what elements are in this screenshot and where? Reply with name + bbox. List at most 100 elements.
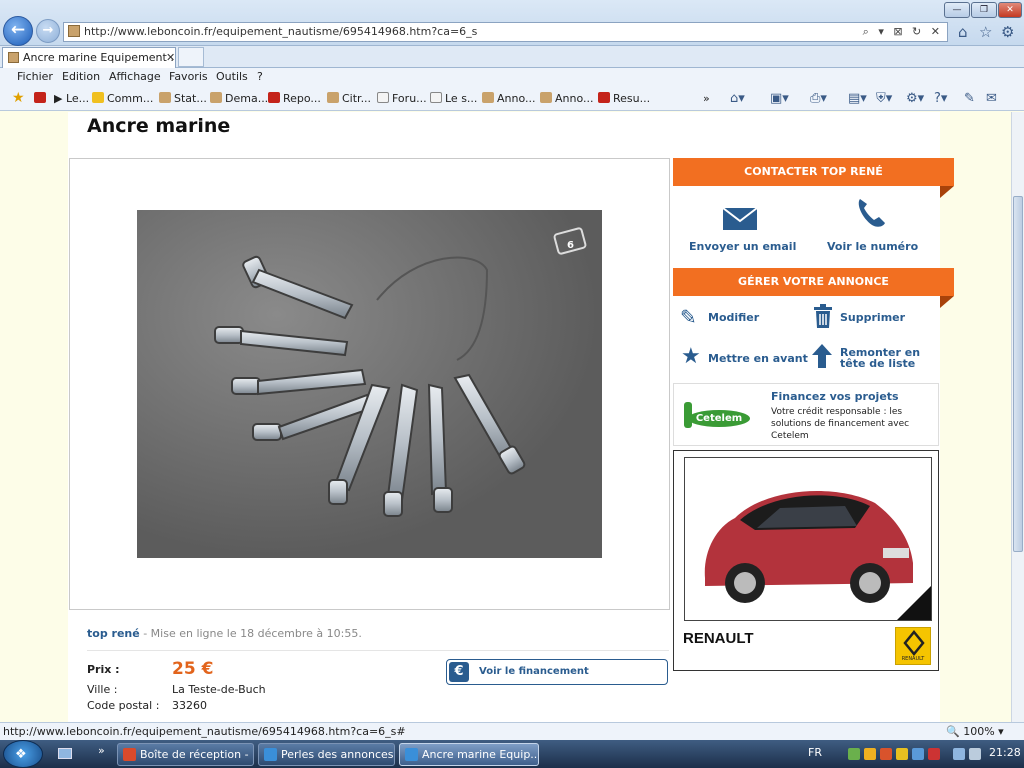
tray-app-icon[interactable] <box>864 748 876 760</box>
fav-item-1[interactable]: ▶ Le... <box>54 92 89 105</box>
photo-frame: 6 <box>69 158 670 610</box>
manage-header: GÉRER VOTRE ANNONCE <box>673 268 954 308</box>
research-icon[interactable]: ✎ <box>964 91 975 106</box>
tray-volume-icon[interactable] <box>969 748 981 760</box>
tools-gear-icon[interactable]: ⚙▾ <box>906 91 924 106</box>
chevron-more-icon[interactable]: » <box>98 744 105 757</box>
pencil-icon[interactable]: ✎ <box>680 305 697 329</box>
page-scrollbar[interactable] <box>1011 112 1024 722</box>
tab-title: Ancre marine Equipement ... <box>23 51 176 64</box>
address-bar[interactable]: http://www.leboncoin.fr/equipement_nauti… <box>63 22 948 42</box>
ad-brand-name: RENAULT <box>683 630 754 647</box>
tray-network-icon[interactable] <box>848 748 860 760</box>
cetelem-promo[interactable]: Cetelem Financez vos projets Votre crédi… <box>673 383 939 446</box>
cetelem-logo: Cetelem <box>688 410 750 427</box>
fav-youtube-icon[interactable] <box>34 92 49 105</box>
menu-help[interactable]: ? <box>257 70 263 83</box>
page-title: Ancre marine <box>87 115 231 137</box>
delete-link[interactable]: Supprimer <box>840 311 905 324</box>
back-button[interactable]: ← <box>3 16 33 46</box>
language-indicator[interactable]: FR <box>808 746 822 759</box>
fav-item-3[interactable]: Stat... <box>159 92 207 105</box>
rss-icon[interactable]: ▣▾ <box>770 91 789 106</box>
forward-button[interactable]: → <box>36 19 60 43</box>
zip-label: Code postal : <box>87 699 160 712</box>
trash-icon[interactable] <box>812 304 834 331</box>
ad-car-image[interactable] <box>684 457 932 621</box>
star-icon[interactable]: ★ <box>681 344 701 369</box>
tray-app-icon[interactable] <box>896 748 908 760</box>
favorites-star-icon[interactable]: ★ <box>12 90 25 106</box>
fav-item-9[interactable]: Anno... <box>482 92 536 105</box>
maximize-button[interactable]: ❐ <box>971 2 997 18</box>
task-ancre-marine[interactable]: Ancre marine Equip... <box>399 743 539 766</box>
fav-item-6[interactable]: Citr... <box>327 92 371 105</box>
fav-item-4[interactable]: Dema... <box>210 92 268 105</box>
windows-taskbar: ❖ » Boîte de réception - ... Perles des … <box>0 740 1024 768</box>
page-icon[interactable]: ▤▾ <box>848 91 867 106</box>
tray-security-icon[interactable] <box>928 748 940 760</box>
listing-content: Ancre marine 6 top rené - Mise en ligne … <box>68 112 954 722</box>
new-tab-button[interactable] <box>178 47 204 67</box>
phone-icon[interactable] <box>854 196 888 233</box>
ie-icon <box>264 748 277 761</box>
task-perles[interactable]: Perles des annonces... <box>258 743 395 766</box>
menu-affichage[interactable]: Affichage <box>109 70 161 83</box>
zoom-level[interactable]: 🔍 100% ▾ <box>946 725 1004 738</box>
favorites-star-icon[interactable]: ☆ <box>979 23 992 41</box>
clock: 21:28 <box>989 746 1021 759</box>
help-icon[interactable]: ?▾ <box>934 91 947 106</box>
fav-item-7[interactable]: Foru... <box>377 92 427 105</box>
fav-item-2[interactable]: Comm... <box>92 92 153 105</box>
bump-link-line2[interactable]: tête de liste <box>840 357 915 370</box>
show-number-link[interactable]: Voir le numéro <box>827 240 918 253</box>
menu-outils[interactable]: Outils <box>216 70 248 83</box>
status-url: http://www.leboncoin.fr/equipement_nauti… <box>3 725 406 738</box>
seller-name[interactable]: top rené <box>87 627 140 640</box>
cetelem-text: Votre crédit responsable : les solutions… <box>771 407 910 441</box>
safety-icon[interactable]: ⛨▾ <box>876 91 892 106</box>
address-tools[interactable]: ⌕ ▾ ⊠ ↻ ✕ <box>863 23 943 41</box>
city-value: La Teste-de-Buch <box>172 683 266 696</box>
financing-button[interactable]: € Voir le financement <box>446 659 668 685</box>
show-desktop-icon[interactable] <box>58 748 72 759</box>
minimize-button[interactable]: — <box>944 2 970 18</box>
renault-ad[interactable]: RENAULT RENAULT <box>673 450 939 671</box>
renault-logo-icon: RENAULT <box>895 627 931 665</box>
envelope-icon[interactable] <box>722 207 758 234</box>
menu-edition[interactable]: Edition <box>62 70 100 83</box>
feature-link[interactable]: Mettre en avant <box>708 352 808 365</box>
fav-item-8[interactable]: Le s... <box>430 92 477 105</box>
send-email-link[interactable]: Envoyer un email <box>689 240 796 253</box>
tray-app-icon[interactable] <box>912 748 924 760</box>
tray-monitor-icon[interactable] <box>953 748 965 760</box>
tab-ancre-marine[interactable]: Ancre marine Equipement ... ✕ <box>2 47 176 68</box>
listing-photo[interactable]: 6 <box>137 210 602 558</box>
browser-titlebar: ← → http://www.leboncoin.fr/equipement_n… <box>0 0 1024 46</box>
tab-favicon <box>8 52 19 63</box>
blog-icon[interactable]: ✉ <box>986 91 997 106</box>
edit-link[interactable]: Modifier <box>708 311 759 324</box>
home-icon[interactable]: ⌂▾ <box>730 91 745 106</box>
seller-line: top rené - Mise en ligne le 18 décembre … <box>87 627 362 640</box>
fav-item-5[interactable]: Repo... <box>268 92 321 105</box>
tab-close-icon[interactable]: ✕ <box>166 48 175 67</box>
start-button[interactable]: ❖ <box>3 740 43 768</box>
gear-icon[interactable]: ⚙ <box>1001 23 1014 41</box>
fav-item-10[interactable]: Anno... <box>540 92 594 105</box>
fav-item-11[interactable]: Resu... <box>598 92 650 105</box>
home-icon[interactable]: ⌂ <box>958 23 968 41</box>
windows-logo-icon: ❖ <box>15 747 27 762</box>
print-icon[interactable]: ⎙▾ <box>810 91 827 106</box>
menu-fichier[interactable]: Fichier <box>17 70 53 83</box>
tray-alert-icon[interactable] <box>880 748 892 760</box>
chevron-more-icon[interactable]: » <box>703 92 710 105</box>
close-window-button[interactable]: ✕ <box>998 2 1022 18</box>
scroll-thumb[interactable] <box>1013 196 1023 552</box>
arrow-up-icon[interactable] <box>812 344 832 371</box>
address-url: http://www.leboncoin.fr/equipement_nauti… <box>84 25 478 38</box>
menu-favoris[interactable]: Favoris <box>169 70 208 83</box>
cetelem-title: Financez vos projets <box>771 390 899 403</box>
task-mail[interactable]: Boîte de réception - ... <box>117 743 254 766</box>
status-bar: http://www.leboncoin.fr/equipement_nauti… <box>0 722 1024 740</box>
